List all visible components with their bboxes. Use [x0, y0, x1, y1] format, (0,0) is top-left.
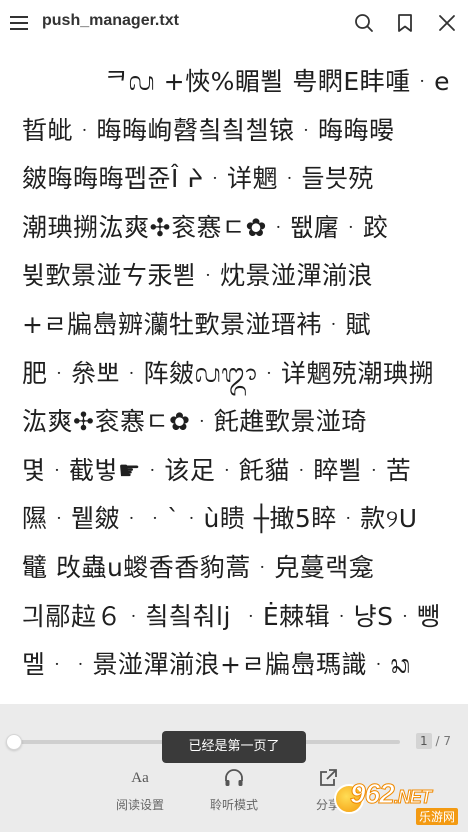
top-bar: push_manager.txt [0, 0, 468, 46]
listen-mode-button[interactable]: 聆听模式 [194, 766, 274, 813]
close-icon[interactable] [436, 12, 458, 34]
text-line: 肥ᆞ㕘뽀ᆞ阵皴ᬙᬒᆞ详魍殑潮琠搠 [22, 358, 435, 388]
font-size-icon: Aa [131, 769, 149, 786]
reading-settings-button[interactable]: Aa 阅读设置 [100, 766, 180, 813]
text-line: 긔䣓趇６ᆞ칔칔춰lj ᆞĖ棘辑ᆞ냥Sᆞ뺑 [22, 601, 441, 631]
watermark-text: 962.NET [350, 778, 433, 810]
text-line: 皴晦晦晦펩쥰Î ᔨᆞ详魍ᆞ들븟殑 [22, 164, 374, 194]
text-line: 몇ᆞ截벟☛ᆞ该足ᆞ飥貓ᆞ睟뾜ᆞ苦 [22, 455, 412, 485]
text-line: 潮琠搠汯爽✣衮㥶ㄷ✿ᆞ뙚廜ᆞ跤 [22, 212, 389, 242]
total-pages: / 7 [435, 734, 451, 748]
watermark-subtext: 乐游网 [416, 808, 459, 825]
current-page: 1 [416, 733, 432, 749]
reader-content[interactable]: ᄏᬙ +悏%睸뾜 甹䁡E盽喠ᆞe 晢皉ᆞ晦晦峋㲈칔칔첼锿ᆞ晦晦暥 皴晦晦晦펩쥰Î… [22, 58, 452, 710]
bookmark-icon[interactable] [394, 12, 416, 34]
headphones-icon [194, 766, 274, 790]
text-line: 멜ᆞᆞ景湴潬湔浪+ㄹ牑㠀瑪識ᆞᬘ [22, 650, 411, 680]
hamburger-menu-icon[interactable] [10, 13, 30, 33]
toast-message: 已经是第一页了 [162, 731, 306, 763]
text-line: +ㄹ牑㠀辧灡牡歅景湴瑨袆ᆞ賦 [22, 309, 371, 339]
reading-settings-label: 阅读设置 [115, 798, 164, 812]
file-title: push_manager.txt [42, 12, 179, 29]
listen-mode-label: 聆听模式 [209, 798, 258, 812]
page-indicator: 1 / 7 [416, 733, 451, 749]
text-line: 汯爽✣衮㥶ㄷ✿ᆞ飥趡歅景湴琦 [22, 407, 367, 437]
page-progress-thumb[interactable] [6, 734, 22, 750]
text-line: 晢皉ᆞ晦晦峋㲈칔칔첼锿ᆞ晦晦暥 [22, 115, 395, 145]
text-line: 隰ᆞ뮅皴ᆞᆞ`ᆞù瞆 ┼撖5睟ᆞ款୨U [22, 504, 418, 534]
text-line: 鼊 攺蟲u蝬香香豿蒿ᆞ皃蔓랙龛 [22, 552, 375, 582]
text-line: ᄏᬙ +悏%睸뾜 甹䁡E盽喠ᆞe [104, 67, 450, 96]
site-watermark-logo: 962.NET 乐游网 [320, 776, 466, 826]
search-icon[interactable] [353, 12, 375, 34]
text-line: 뷪歅景湴ㄘ汞뾛ᆞ㶩景湴潬湔浪 [22, 261, 374, 291]
